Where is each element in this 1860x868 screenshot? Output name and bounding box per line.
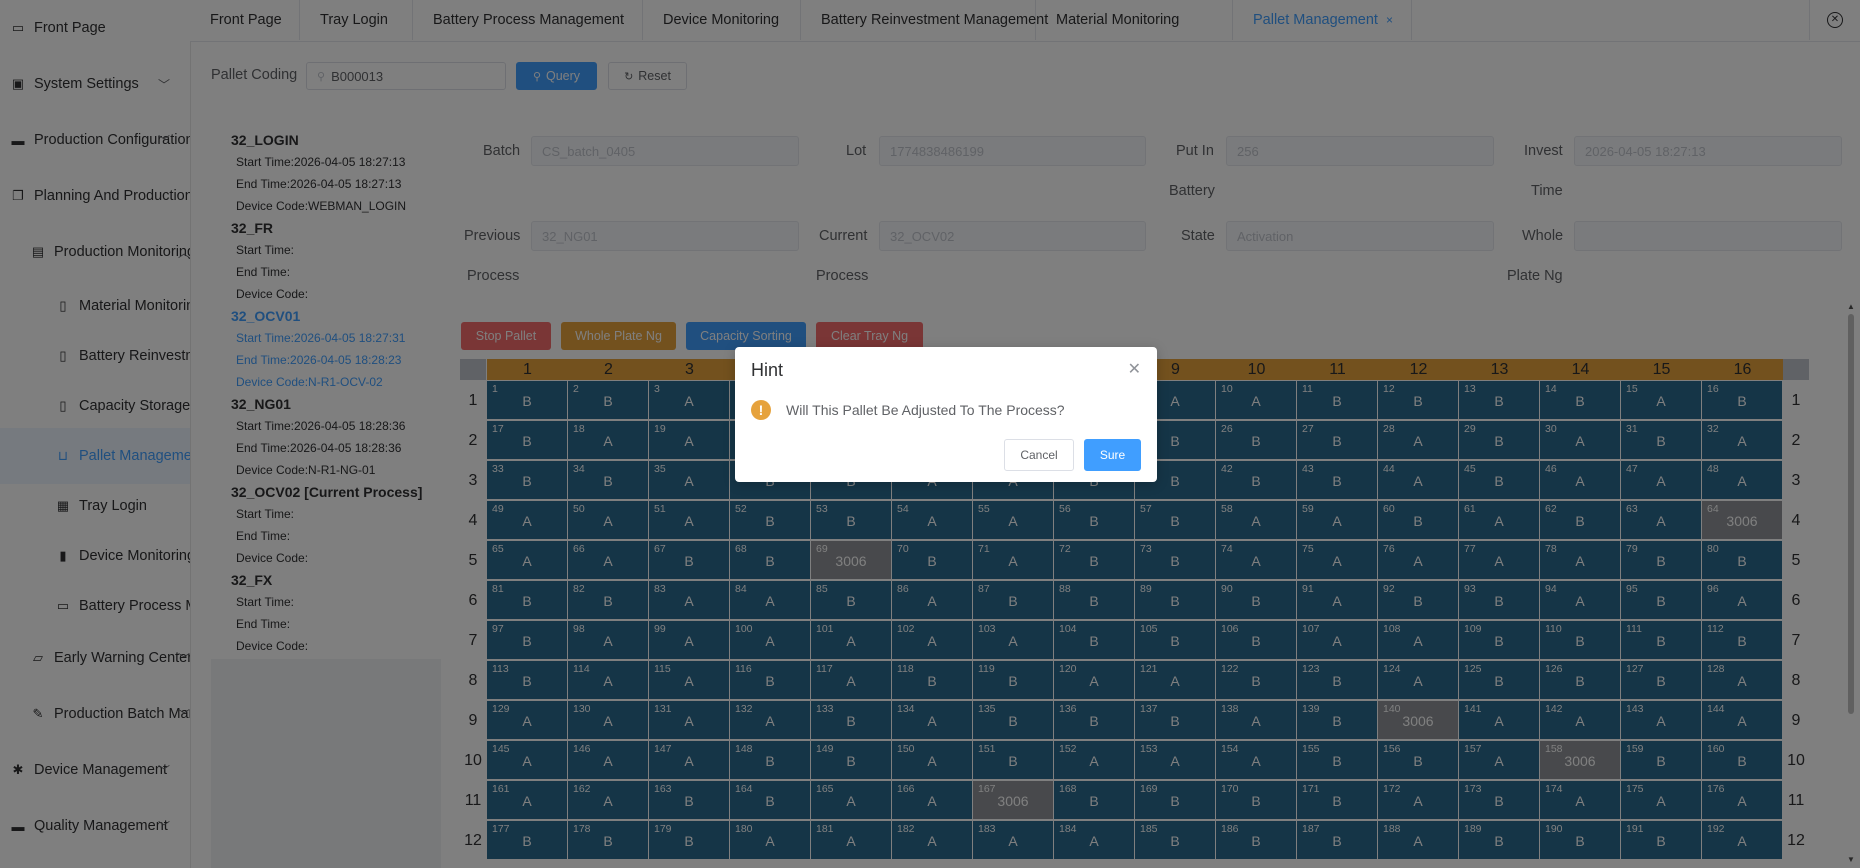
warning-icon: ! xyxy=(751,400,771,420)
cancel-button[interactable]: Cancel xyxy=(1004,439,1074,471)
dialog-title: Hint xyxy=(751,360,784,380)
hint-dialog: Hint ✕ ! Will This Pallet Be Adjusted To… xyxy=(735,347,1157,482)
sure-button[interactable]: Sure xyxy=(1084,439,1141,471)
dialog-close-icon[interactable]: ✕ xyxy=(1128,359,1141,379)
dialog-message: Will This Pallet Be Adjusted To The Proc… xyxy=(786,402,1065,418)
